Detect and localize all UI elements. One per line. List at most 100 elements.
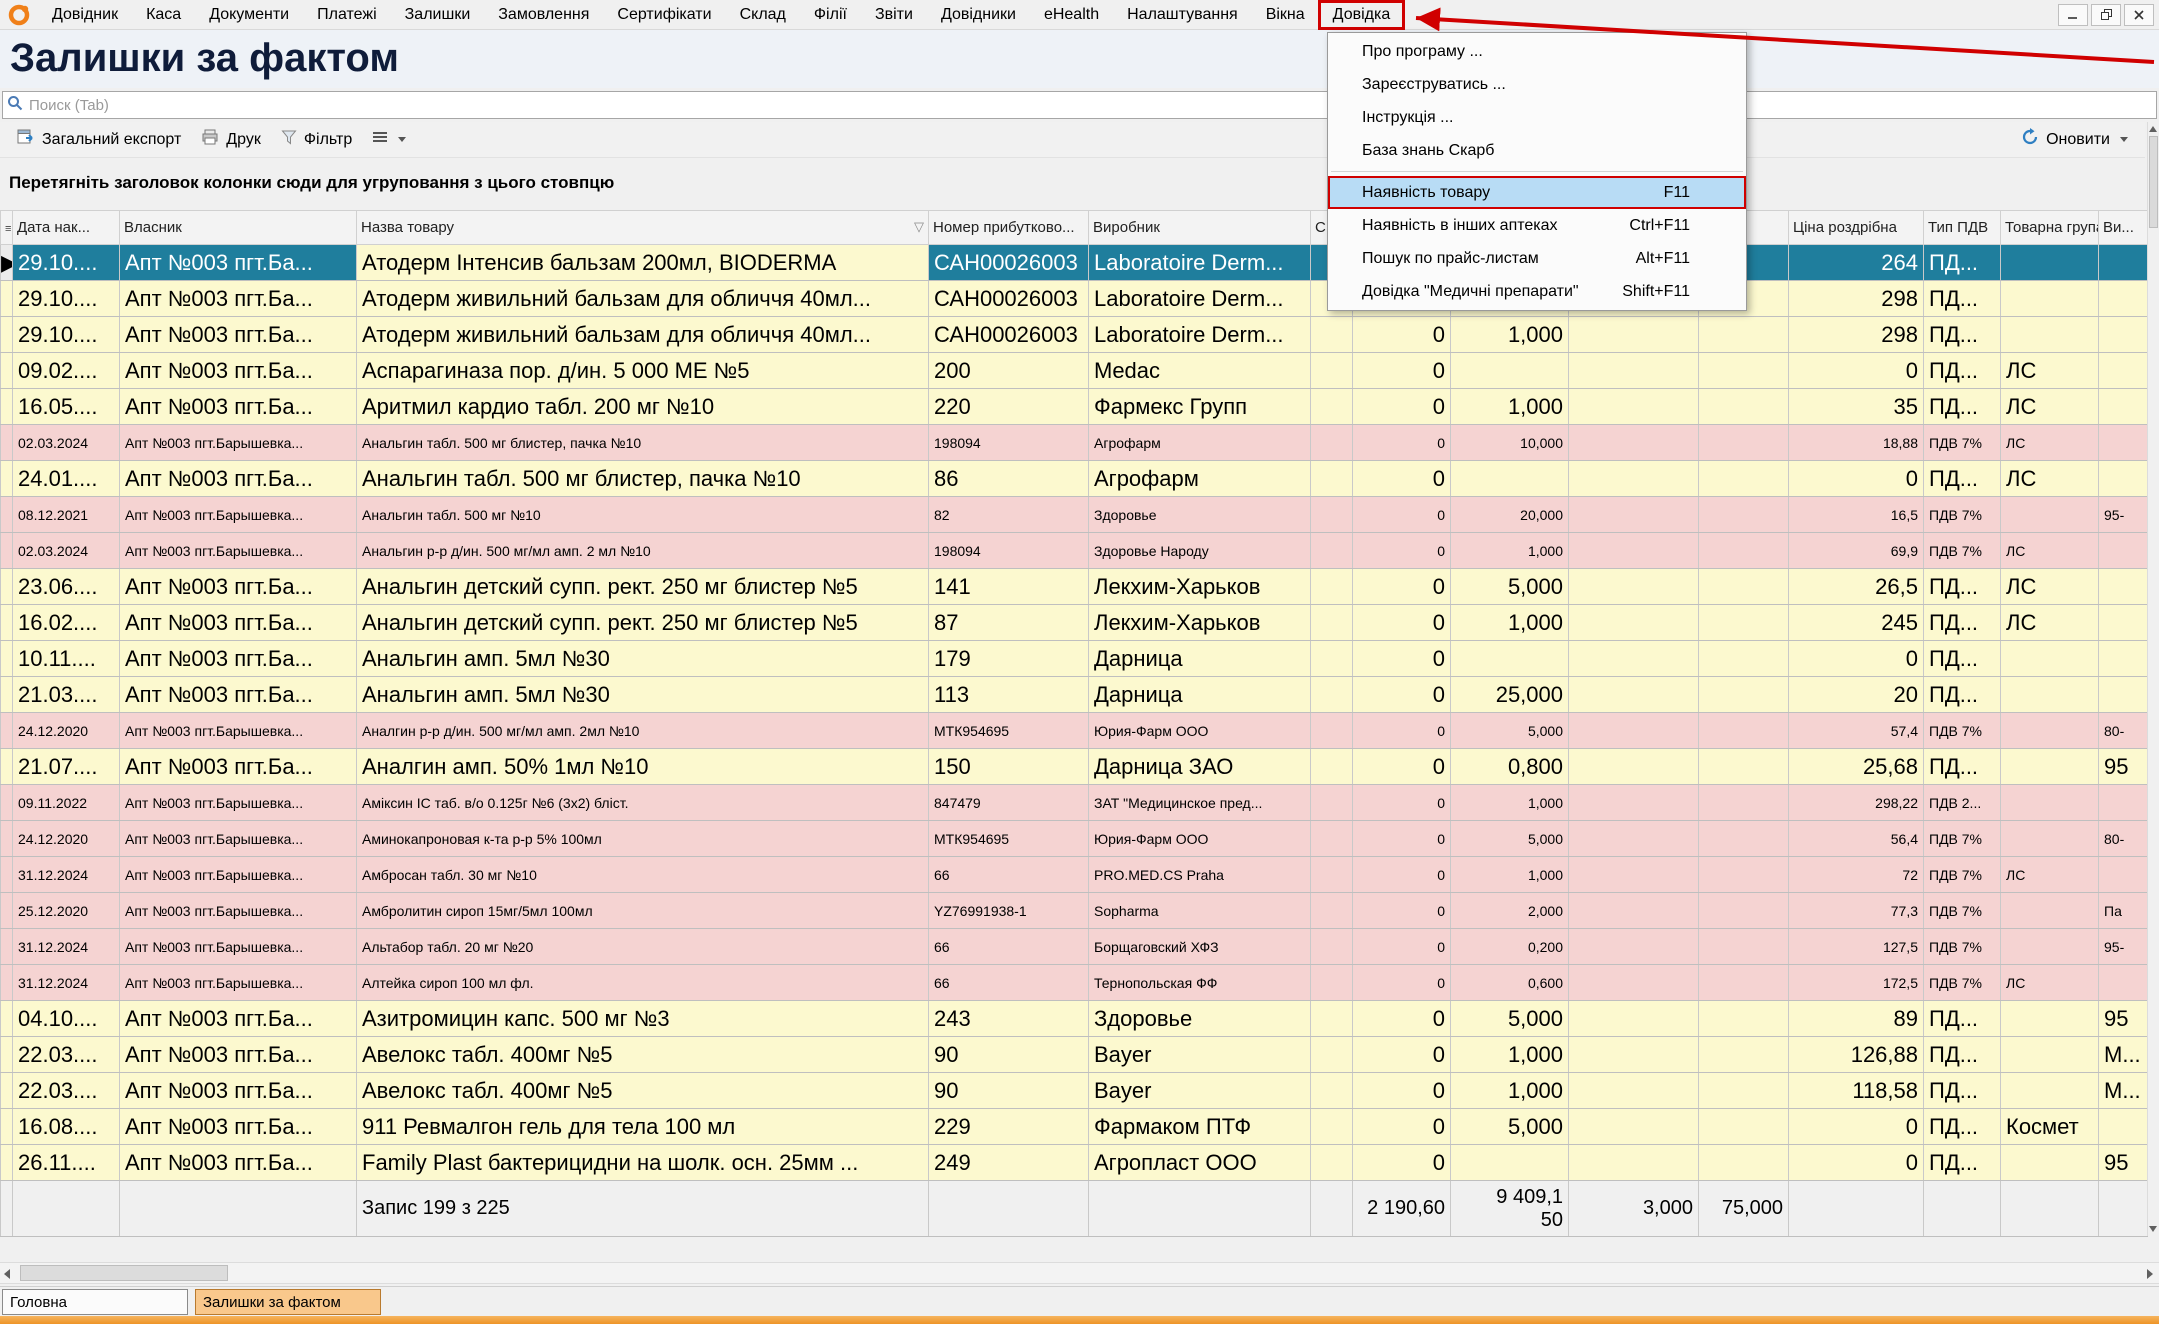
cell-q2[interactable]: 0,200 (1451, 929, 1569, 965)
cell-s[interactable] (1311, 1145, 1353, 1181)
cell-manuf[interactable]: Лекхим-Харьков (1089, 569, 1311, 605)
cell-num[interactable]: 113 (929, 677, 1089, 713)
table-row[interactable]: 22.03....Апт №003 пгт.Ба...Авелокс табл.… (1, 1073, 2148, 1109)
cell-date[interactable]: 10.11.... (13, 641, 120, 677)
table-row[interactable]: 31.12.2024Апт №003 пгт.Барышевка...Алтей… (1, 965, 2148, 1001)
row-indicator[interactable] (1, 1037, 13, 1073)
cell-owner[interactable]: Апт №003 пгт.Барышевка... (120, 425, 357, 461)
cell-group[interactable]: ЛС (2001, 605, 2099, 641)
cell-owner[interactable]: Апт №003 пгт.Барышевка... (120, 533, 357, 569)
cell-q2[interactable]: 5,000 (1451, 1109, 1569, 1145)
cell-owner[interactable]: Апт №003 пгт.Барышевка... (120, 965, 357, 1001)
cell-q2[interactable]: 20,000 (1451, 497, 1569, 533)
cell-owner[interactable]: Апт №003 пгт.Ба... (120, 641, 357, 677)
cell-date[interactable]: 22.03.... (13, 1073, 120, 1109)
row-indicator[interactable] (1, 353, 13, 389)
cell-vat[interactable]: ПД... (1924, 317, 2001, 353)
cell-extra[interactable]: Па (2099, 893, 2148, 929)
filter-button[interactable]: Фільтр (272, 125, 361, 154)
cell-price[interactable]: 18,88 (1789, 425, 1924, 461)
cell-group[interactable] (2001, 929, 2099, 965)
cell-manuf[interactable]: Лекхим-Харьков (1089, 605, 1311, 641)
cell-manuf[interactable]: Дарница (1089, 677, 1311, 713)
cell-date[interactable]: 31.12.2024 (13, 929, 120, 965)
cell-name[interactable]: Анальгин табл. 500 мг блистер, пачка №10 (357, 461, 929, 497)
cell-group[interactable] (2001, 677, 2099, 713)
cell-manuf[interactable]: Борщаговский ХФЗ (1089, 929, 1311, 965)
cell-manuf[interactable]: Sopharma (1089, 893, 1311, 929)
cell-vat[interactable]: ПД... (1924, 641, 2001, 677)
minimize-button[interactable] (2058, 4, 2088, 26)
cell-q1[interactable]: 0 (1353, 569, 1451, 605)
cell-extra[interactable]: 80- (2099, 821, 2148, 857)
cell-c11[interactable] (1699, 929, 1789, 965)
cell-group[interactable]: Космет (2001, 1109, 2099, 1145)
cell-c10[interactable] (1569, 1109, 1699, 1145)
row-indicator[interactable] (1, 605, 13, 641)
help-menu-item[interactable]: Зареєструватись ... (1328, 68, 1746, 101)
help-menu-item[interactable]: Про програму ... (1328, 35, 1746, 68)
cell-owner[interactable]: Апт №003 пгт.Ба... (120, 569, 357, 605)
cell-owner[interactable]: Апт №003 пгт.Ба... (120, 353, 357, 389)
cell-num[interactable]: 249 (929, 1145, 1089, 1181)
cell-c10[interactable] (1569, 425, 1699, 461)
cell-num[interactable]: 220 (929, 389, 1089, 425)
cell-c11[interactable] (1699, 893, 1789, 929)
cell-c10[interactable] (1569, 893, 1699, 929)
cell-name[interactable]: Анальгин детский супп. рект. 250 мг блис… (357, 605, 929, 641)
cell-extra[interactable] (2099, 569, 2148, 605)
menubar-item-Налаштування[interactable]: Налаштування (1113, 1, 1252, 29)
restore-button[interactable] (2091, 4, 2121, 26)
cell-q1[interactable]: 0 (1353, 1073, 1451, 1109)
vertical-scroll-thumb[interactable] (2149, 136, 2158, 228)
table-row[interactable]: 21.07....Апт №003 пгт.Ба...Аналгин амп. … (1, 749, 2148, 785)
vertical-scroll-track[interactable] (2148, 228, 2159, 1222)
cell-price[interactable]: 264 (1789, 245, 1924, 281)
cell-q2[interactable]: 5,000 (1451, 713, 1569, 749)
tab-Залишки за фактом[interactable]: Залишки за фактом (195, 1289, 381, 1315)
cell-owner[interactable]: Апт №003 пгт.Барышевка... (120, 785, 357, 821)
cell-manuf[interactable]: Фармекс Групп (1089, 389, 1311, 425)
cell-group[interactable]: ЛС (2001, 857, 2099, 893)
cell-extra[interactable] (2099, 389, 2148, 425)
cell-vat[interactable]: ПДВ 7% (1924, 425, 2001, 461)
cell-q1[interactable]: 0 (1353, 1109, 1451, 1145)
sort-filter-icon[interactable]: ▽ (914, 219, 924, 235)
cell-price[interactable]: 298 (1789, 281, 1924, 317)
group-by-panel[interactable]: Перетягніть заголовок колонки сюди для у… (0, 158, 2159, 210)
row-indicator[interactable] (1, 641, 13, 677)
cell-name[interactable]: Аналгин р-р д/ин. 500 мг/мл амп. 2мл №10 (357, 713, 929, 749)
cell-s[interactable] (1311, 569, 1353, 605)
cell-name[interactable]: Анальгин амп. 5мл №30 (357, 677, 929, 713)
cell-c11[interactable] (1699, 1073, 1789, 1109)
cell-group[interactable] (2001, 281, 2099, 317)
cell-group[interactable]: ЛС (2001, 533, 2099, 569)
cell-vat[interactable]: ПД... (1924, 1073, 2001, 1109)
cell-price[interactable]: 172,5 (1789, 965, 1924, 1001)
cell-group[interactable] (2001, 1145, 2099, 1181)
table-row[interactable]: 16.08....Апт №003 пгт.Ба...911 Ревмалгон… (1, 1109, 2148, 1145)
cell-date[interactable]: 31.12.2024 (13, 857, 120, 893)
cell-date[interactable]: 31.12.2024 (13, 965, 120, 1001)
scroll-up-arrow[interactable] (2148, 122, 2159, 136)
table-row[interactable]: 02.03.2024Апт №003 пгт.Барышевка...Аналь… (1, 533, 2148, 569)
cell-q2[interactable]: 1,000 (1451, 605, 1569, 641)
cell-c11[interactable] (1699, 821, 1789, 857)
cell-num[interactable]: 66 (929, 929, 1089, 965)
cell-q2[interactable]: 2,000 (1451, 893, 1569, 929)
cell-q2[interactable] (1451, 641, 1569, 677)
cell-price[interactable]: 26,5 (1789, 569, 1924, 605)
cell-owner[interactable]: Апт №003 пгт.Барышевка... (120, 893, 357, 929)
row-indicator[interactable] (1, 677, 13, 713)
cell-q1[interactable]: 0 (1353, 893, 1451, 929)
cell-manuf[interactable]: Bayer (1089, 1073, 1311, 1109)
help-menu-item[interactable]: Пошук по прайс-листамAlt+F11 (1328, 242, 1746, 275)
cell-c11[interactable] (1699, 317, 1789, 353)
cell-num[interactable]: САН00026003 (929, 317, 1089, 353)
cell-date[interactable]: 25.12.2020 (13, 893, 120, 929)
cell-date[interactable]: 26.11.... (13, 1145, 120, 1181)
cell-c10[interactable] (1569, 1037, 1699, 1073)
cell-q1[interactable]: 0 (1353, 1037, 1451, 1073)
cell-price[interactable]: 56,4 (1789, 821, 1924, 857)
cell-vat[interactable]: ПД... (1924, 569, 2001, 605)
